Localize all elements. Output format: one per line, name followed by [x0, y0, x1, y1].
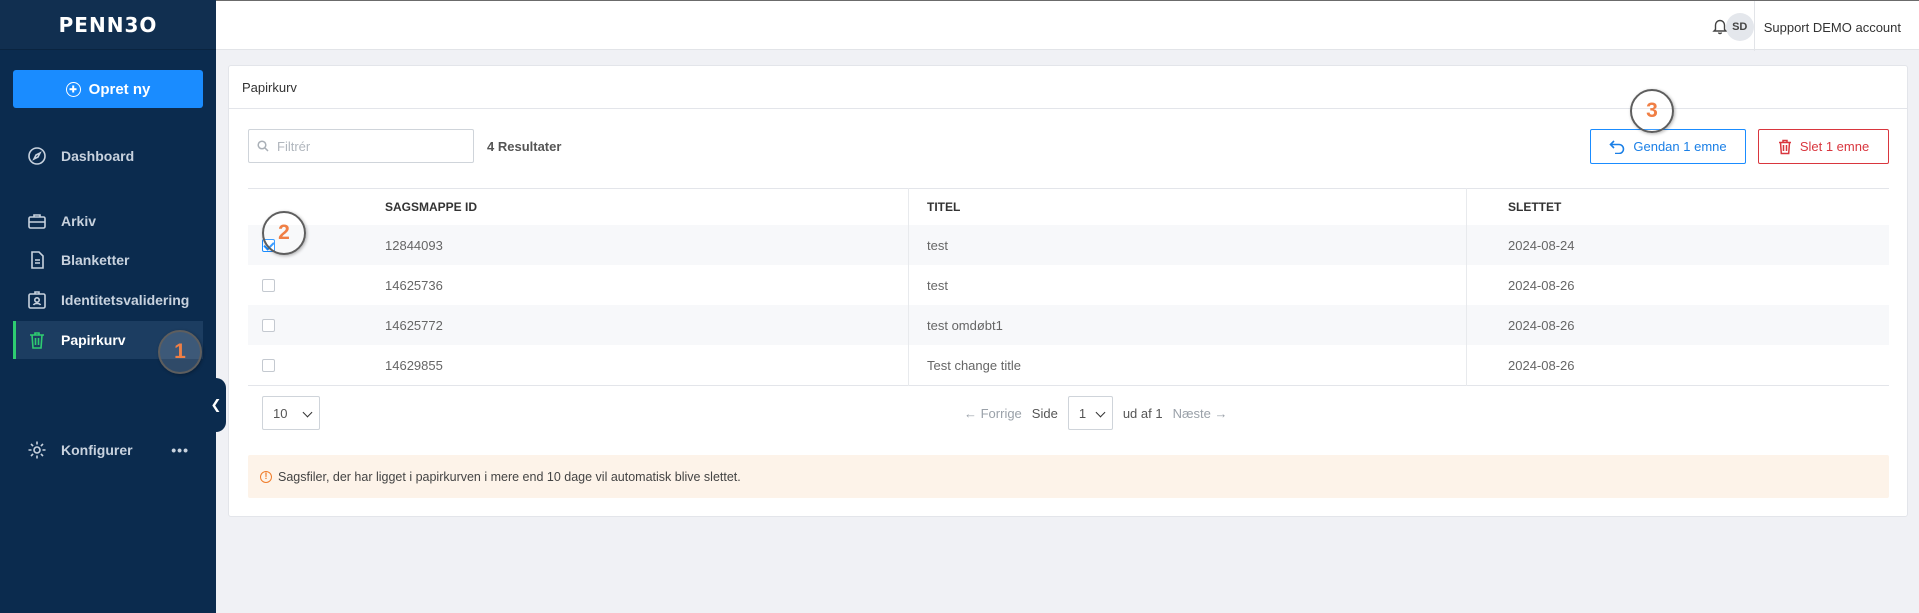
document-icon — [31, 251, 44, 269]
id-badge-icon — [28, 291, 46, 309]
page-size-value: 10 — [273, 405, 288, 421]
pagination: ← Forrige Side 1 ud af 1 Næste → — [964, 396, 1228, 430]
trash-icon — [1778, 139, 1791, 154]
case-id: 14625772 — [385, 317, 443, 333]
filter-field[interactable] — [248, 129, 474, 163]
row-checkbox[interactable] — [262, 318, 275, 332]
column-header-deleted[interactable]: SLETTET — [1488, 200, 1561, 214]
sidebar-item-dashboard[interactable]: Dashboard — [13, 137, 203, 175]
case-id: 14629855 — [385, 357, 443, 373]
case-title: test omdøbt1 — [927, 317, 1003, 333]
case-id: 14625736 — [385, 277, 443, 293]
trash-panel: Papirkurv 4 Resultater Gendan 1 emne Sle… — [228, 65, 1908, 517]
logo[interactable]: PENN3O — [59, 13, 158, 37]
sidebar-item-label: Dashboard — [61, 148, 135, 164]
delete-button[interactable]: Slet 1 emne — [1758, 129, 1889, 164]
search-icon — [257, 140, 269, 152]
previous-page-link[interactable]: ← Forrige — [964, 406, 1022, 421]
warning-icon: ! — [260, 470, 272, 483]
compass-icon — [28, 147, 46, 165]
avatar: SD — [1725, 13, 1754, 41]
page-select-value: 1 — [1078, 405, 1087, 421]
next-page-link[interactable]: Næste → — [1173, 406, 1228, 421]
sidebar-item-identitetsvalidering[interactable]: Identitetsvalidering — [13, 281, 203, 319]
chevron-down-icon — [1095, 407, 1106, 418]
table-row[interactable]: 14625772 test omdøbt1 2024-08-26 — [248, 305, 1889, 345]
page-label: Side — [1031, 405, 1058, 421]
row-checkbox[interactable] — [262, 358, 275, 372]
step-marker-3: 3 — [1630, 89, 1674, 133]
sidebar-item-blanketter[interactable]: Blanketter — [13, 241, 203, 279]
row-checkbox[interactable] — [262, 278, 275, 292]
top-header: SD Support DEMO account — [216, 0, 1919, 51]
logo-bar: PENN3O — [0, 0, 216, 50]
create-new-button[interactable]: Opret ny — [13, 70, 203, 108]
case-title: Test change title — [927, 357, 1021, 373]
restore-label: Gendan 1 emne — [1633, 139, 1727, 154]
account-menu[interactable]: SD Support DEMO account — [1725, 13, 1901, 41]
trash-icon — [30, 332, 44, 349]
deleted-date: 2024-08-26 — [1508, 277, 1575, 293]
chevron-down-icon — [302, 407, 313, 418]
table-header: SAGSMAPPE ID TITEL SLETTET — [248, 188, 1889, 225]
briefcase-icon — [28, 214, 46, 229]
column-header-title[interactable]: TITEL — [908, 200, 1488, 214]
account-name: Support DEMO account — [1763, 19, 1901, 35]
page-size-select[interactable]: 10 — [262, 396, 320, 430]
case-id: 12844093 — [385, 237, 443, 253]
create-new-label: Opret ny — [88, 80, 151, 98]
undo-arrow-icon — [1609, 139, 1625, 154]
results-count: 4 Resultater — [487, 139, 562, 154]
sidebar: PENN3O Opret ny Dashboard Arkiv Blankett… — [0, 0, 216, 613]
case-title: test — [927, 277, 948, 293]
trash-table: SAGSMAPPE ID TITEL SLETTET 12844093 test… — [248, 188, 1889, 386]
table-row[interactable]: 14625736 test 2024-08-26 — [248, 265, 1889, 305]
chevron-left-icon: ❮ — [210, 397, 222, 412]
deleted-date: 2024-08-26 — [1508, 317, 1575, 333]
table-body: 12844093 test 2024-08-24 14625736 test 2… — [248, 225, 1889, 386]
sidebar-item-label: Identitetsvalidering — [61, 292, 190, 308]
sidebar-item-label: Arkiv — [61, 213, 97, 229]
page-of-label: ud af 1 — [1122, 405, 1163, 421]
step-marker-2: 2 — [262, 211, 306, 255]
sidebar-item-label: Blanketter — [61, 252, 130, 268]
auto-delete-notice: ! Sagsfiler, der har ligget i papirkurve… — [248, 455, 1889, 498]
notice-text: Sagsfiler, der har ligget i papirkurven … — [278, 469, 741, 484]
delete-label: Slet 1 emne — [1799, 139, 1870, 154]
column-divider — [908, 188, 909, 386]
sidebar-item-konfigurer[interactable]: Konfigurer ••• — [13, 431, 203, 469]
plus-circle-icon — [65, 81, 81, 97]
restore-button[interactable]: Gendan 1 emne — [1590, 129, 1746, 164]
collapse-sidebar-button[interactable]: ❮ — [206, 378, 226, 432]
deleted-date: 2024-08-24 — [1508, 237, 1575, 253]
table-row[interactable]: 12844093 test 2024-08-24 — [248, 225, 1889, 265]
column-header-id[interactable]: SAGSMAPPE ID — [378, 200, 908, 214]
filter-input[interactable] — [277, 138, 467, 154]
sidebar-item-label: Papirkurv — [61, 332, 126, 348]
column-divider — [1466, 188, 1467, 386]
deleted-date: 2024-08-26 — [1508, 357, 1575, 373]
page-select[interactable]: 1 — [1067, 396, 1113, 430]
table-row[interactable]: 14629855 Test change title 2024-08-26 — [248, 345, 1889, 385]
sidebar-item-label: Konfigurer — [61, 442, 133, 458]
step-marker-1: 1 — [158, 330, 202, 374]
gear-icon — [28, 441, 46, 459]
more-options-icon[interactable]: ••• — [171, 442, 189, 458]
sidebar-item-arkiv[interactable]: Arkiv — [13, 202, 203, 240]
case-title: test — [927, 237, 948, 253]
